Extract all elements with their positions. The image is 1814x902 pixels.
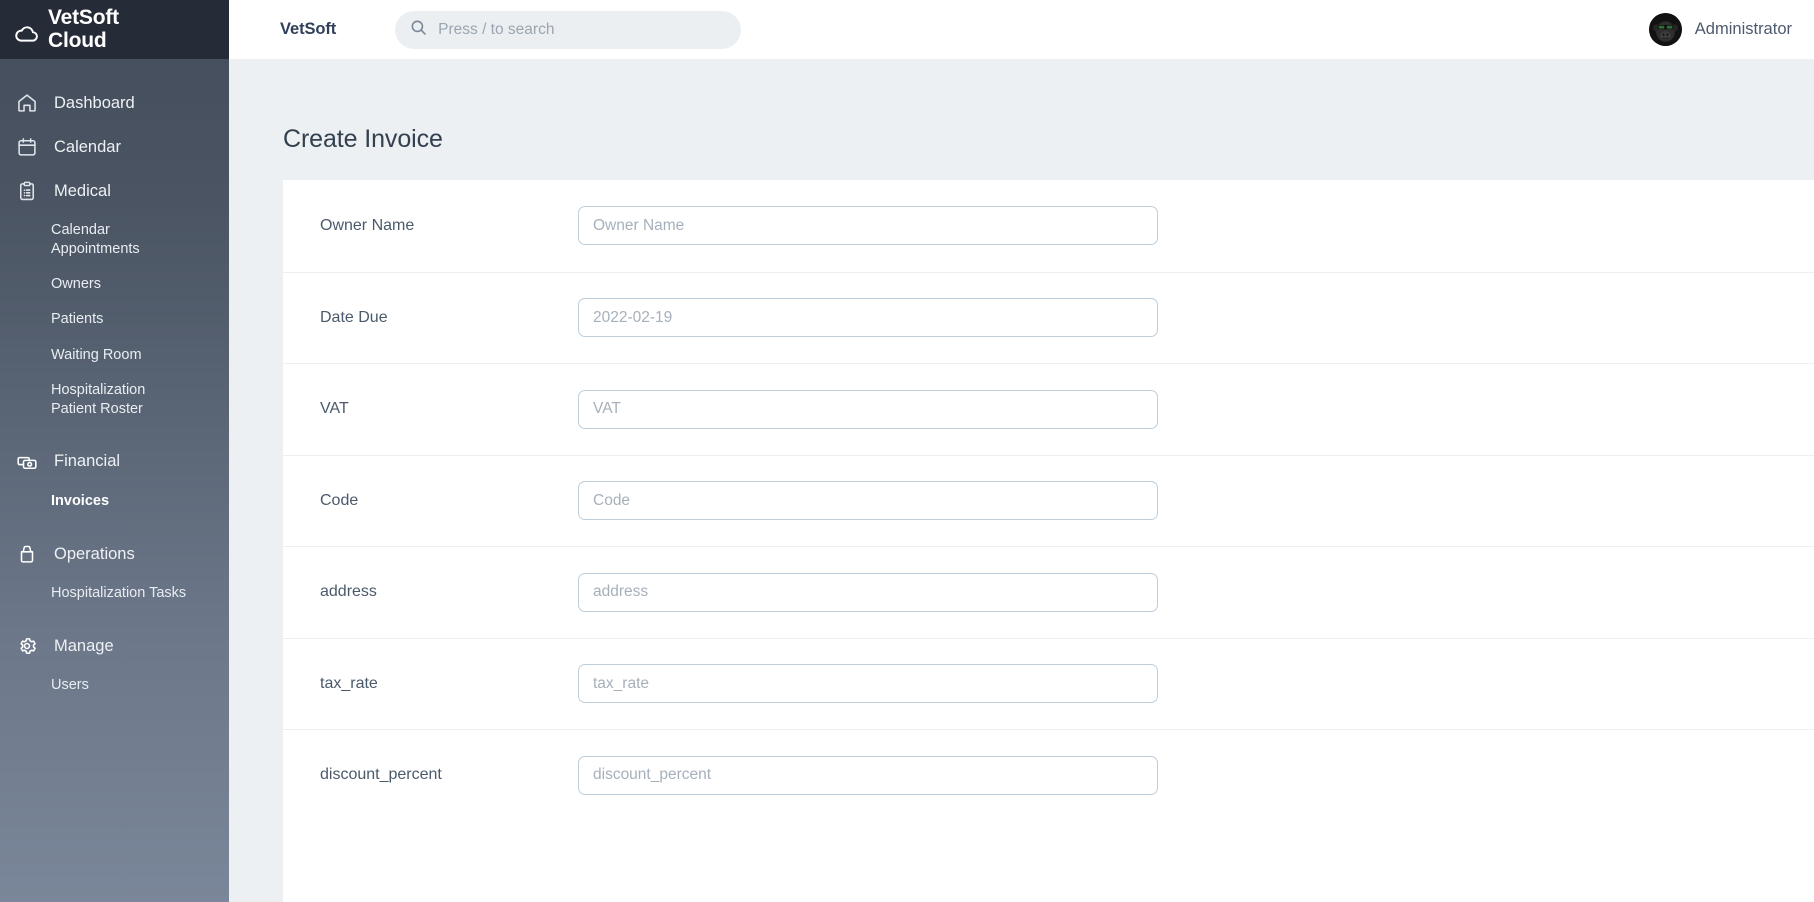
sidebar-item-label: Operations bbox=[54, 544, 135, 563]
search-box[interactable] bbox=[395, 10, 742, 49]
sidebar-item-label: Dashboard bbox=[54, 93, 135, 112]
form-row-code: Code bbox=[283, 454, 1814, 547]
user-menu[interactable]: Administrator bbox=[1648, 13, 1792, 46]
form-row-address: address bbox=[283, 546, 1814, 638]
sidebar-nav: Dashboard Calendar Medical Calendar Appo… bbox=[0, 59, 229, 703]
sidebar-item-label: Calendar bbox=[54, 137, 121, 156]
sidebar-subitem-owners[interactable]: Owners bbox=[0, 267, 229, 302]
content-area: Create Invoice Owner Name Date Due VAT C… bbox=[229, 59, 1814, 902]
label-code: Code bbox=[320, 491, 359, 509]
archive-box-icon bbox=[16, 543, 38, 565]
sidebar-subitem-hospitalization-patient-roster[interactable]: Hospitalization Patient Roster bbox=[0, 373, 180, 427]
label-date-due: Date Due bbox=[320, 308, 388, 326]
invoice-form-card: Owner Name Date Due VAT Code address bbox=[283, 180, 1814, 902]
sidebar-item-label: Financial bbox=[54, 452, 121, 471]
label-owner-name: Owner Name bbox=[320, 216, 415, 234]
main-area: VetSoft Press / to search Administrator … bbox=[229, 0, 1814, 902]
app-root: VetSoft Cloud Dashboard Calendar Medical… bbox=[0, 0, 1814, 902]
search-input[interactable] bbox=[438, 20, 728, 39]
sidebar-subitem-label: Users bbox=[51, 677, 89, 694]
topbar-brand[interactable]: VetSoft bbox=[280, 20, 336, 39]
input-owner-name[interactable] bbox=[578, 206, 1158, 246]
sidebar-item-calendar[interactable]: Calendar bbox=[0, 125, 229, 169]
sidebar-item-financial[interactable]: Financial bbox=[0, 440, 229, 484]
form-row-tax-rate: tax_rate bbox=[283, 637, 1814, 730]
sidebar-subitem-label: Hospitalization Patient Roster bbox=[51, 381, 146, 417]
sidebar-item-dashboard[interactable]: Dashboard bbox=[0, 81, 229, 125]
sidebar-brand[interactable]: VetSoft Cloud bbox=[0, 0, 229, 59]
topbar: VetSoft Press / to search Administrator bbox=[229, 0, 1814, 59]
sidebar-brand-text: VetSoft Cloud bbox=[48, 5, 119, 52]
label-address: address bbox=[320, 583, 377, 601]
label-tax-rate: tax_rate bbox=[320, 674, 378, 692]
form-row-discount-percent: discount_percent bbox=[283, 729, 1814, 821]
input-address[interactable] bbox=[578, 572, 1158, 612]
input-code[interactable] bbox=[578, 481, 1158, 521]
sidebar: VetSoft Cloud Dashboard Calendar Medical… bbox=[0, 0, 229, 902]
sidebar-subitem-waiting-room[interactable]: Waiting Room bbox=[0, 338, 229, 373]
page-title: Create Invoice bbox=[283, 125, 443, 153]
sidebar-item-medical[interactable]: Medical bbox=[0, 169, 229, 213]
sidebar-subitem-label: Invoices bbox=[51, 492, 110, 509]
sidebar-item-label: Medical bbox=[54, 181, 111, 200]
form-row-owner-name: Owner Name bbox=[283, 180, 1814, 272]
clipboard-icon bbox=[16, 180, 38, 202]
sidebar-subitem-invoices[interactable]: Invoices bbox=[0, 484, 229, 519]
banknotes-icon bbox=[16, 451, 38, 473]
form-row-vat: VAT bbox=[283, 363, 1814, 455]
cloud-icon bbox=[14, 22, 40, 48]
brand-line-1: VetSoft bbox=[48, 5, 119, 29]
sidebar-subitem-label: Hospitalization Tasks bbox=[51, 585, 187, 601]
label-vat: VAT bbox=[320, 400, 349, 418]
input-date-due[interactable] bbox=[578, 298, 1158, 338]
sidebar-item-manage[interactable]: Manage bbox=[0, 624, 229, 668]
search-icon bbox=[409, 18, 428, 42]
input-discount-percent[interactable] bbox=[578, 755, 1158, 795]
sidebar-subitem-calendar-appointments[interactable]: Calendar Appointments bbox=[0, 213, 180, 267]
sidebar-subitem-label: Patients bbox=[51, 311, 104, 328]
form-row-date-due: Date Due bbox=[283, 271, 1814, 364]
sidebar-subitem-label: Owners bbox=[51, 276, 101, 293]
input-tax-rate[interactable] bbox=[578, 664, 1158, 704]
user-name: Administrator bbox=[1694, 20, 1792, 38]
sidebar-subitem-label: Waiting Room bbox=[51, 346, 142, 363]
gear-icon bbox=[16, 635, 38, 657]
avatar bbox=[1648, 13, 1682, 46]
input-vat[interactable] bbox=[578, 389, 1158, 429]
home-icon bbox=[16, 92, 38, 114]
sidebar-subitem-users[interactable]: Users bbox=[0, 668, 229, 703]
brand-line-2: Cloud bbox=[48, 28, 107, 52]
sidebar-subitem-label: Calendar Appointments bbox=[51, 222, 140, 258]
sidebar-subitem-hospitalization-tasks[interactable]: Hospitalization Tasks bbox=[0, 576, 229, 611]
calendar-icon bbox=[16, 136, 38, 158]
label-discount-percent: discount_percent bbox=[320, 766, 442, 784]
sidebar-item-operations[interactable]: Operations bbox=[0, 532, 229, 576]
sidebar-subitem-patients[interactable]: Patients bbox=[0, 302, 229, 337]
sidebar-item-label: Manage bbox=[54, 636, 114, 655]
